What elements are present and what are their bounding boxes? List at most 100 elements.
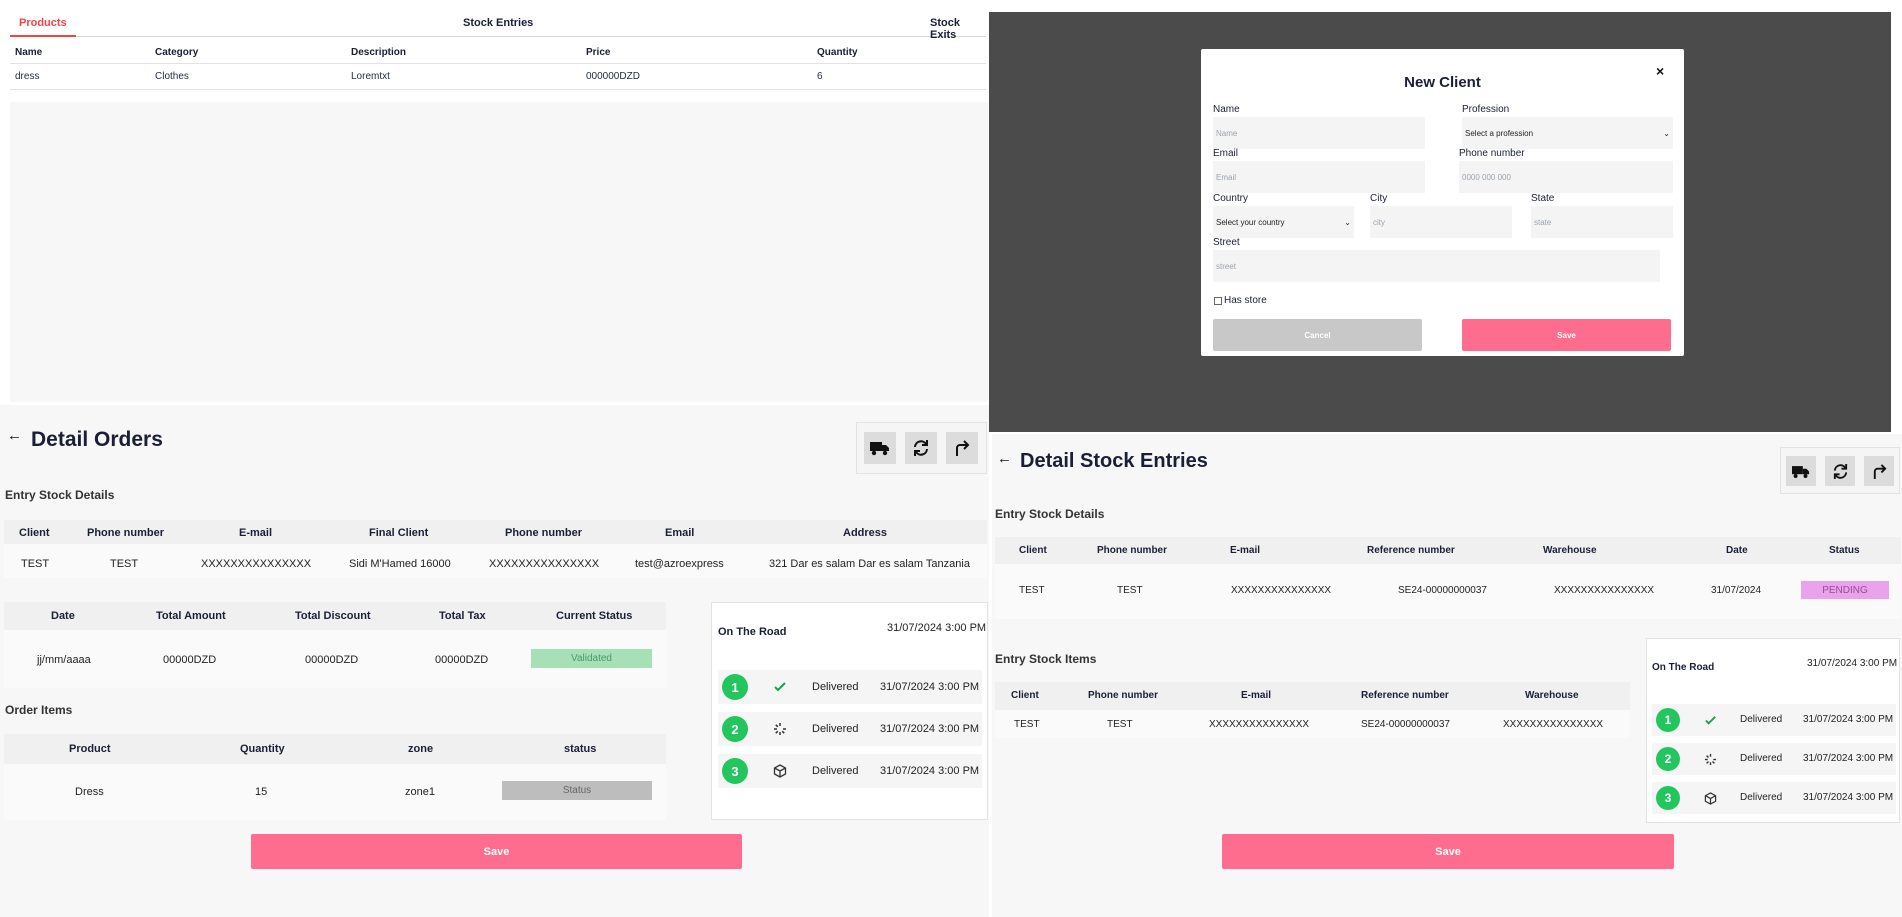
column-header: Client bbox=[19, 527, 50, 539]
email-label: Email bbox=[1213, 148, 1239, 159]
step-date: 31/07/2024 3:00 PM bbox=[880, 765, 980, 777]
tracking-timeline: On The Road 31/07/2024 3:00 PM 1 Deliver… bbox=[1646, 638, 1900, 823]
column-header[interactable]: Name bbox=[15, 47, 42, 58]
tab-stock-exits[interactable]: Stock Exits bbox=[930, 17, 986, 41]
state-input[interactable]: state bbox=[1531, 206, 1673, 238]
close-icon[interactable]: × bbox=[1656, 63, 1664, 79]
products-table: Name Category Description Price Quantity… bbox=[10, 40, 986, 90]
country-value: Select your country bbox=[1216, 217, 1285, 227]
phone-input[interactable]: 0000 000 000 bbox=[1459, 161, 1673, 193]
step-label: Delivered bbox=[1740, 714, 1783, 725]
cell-date: 31/07/2024 bbox=[1711, 585, 1762, 596]
check-icon bbox=[1702, 712, 1718, 728]
cell-total-amount: 00000DZD bbox=[163, 654, 217, 666]
table-header: Name Category Description Price Quantity bbox=[10, 40, 986, 64]
cell-category: Clothes bbox=[155, 71, 189, 82]
step-number: 3 bbox=[722, 758, 748, 784]
cell-warehouse: XXXXXXXXXXXXXXX bbox=[1503, 719, 1604, 730]
step-number: 1 bbox=[1656, 708, 1680, 732]
column-header: Reference number bbox=[1361, 690, 1449, 701]
back-arrow-icon[interactable]: ← bbox=[997, 450, 1012, 467]
cell-warehouse: XXXXXXXXXXXXXXX bbox=[1554, 585, 1655, 596]
order-items-table: Product Quantity zone status Dress 15 zo… bbox=[4, 734, 666, 820]
entry-details-table: Client Phone number E-mail Reference num… bbox=[995, 537, 1901, 619]
step-label: Delivered bbox=[1740, 792, 1783, 803]
email-input[interactable]: Email bbox=[1213, 161, 1425, 193]
column-header[interactable]: Category bbox=[155, 47, 198, 58]
street-input[interactable]: street bbox=[1213, 250, 1660, 282]
timeline-step: 3 Delivered 31/07/2024 3:00 PM bbox=[1652, 782, 1896, 814]
cell-phone: XXXXXXXXXXXXXXX bbox=[489, 558, 600, 570]
truck-button[interactable] bbox=[864, 432, 896, 464]
refresh-icon bbox=[1833, 463, 1847, 479]
save-button[interactable]: Save bbox=[251, 834, 742, 869]
has-store-checkbox[interactable]: Has store bbox=[1214, 295, 1267, 306]
timeline-head: On The Road bbox=[1652, 662, 1715, 673]
name-label: Name bbox=[1213, 104, 1240, 115]
timeline-step: 1 Delivered 31/07/2024 3:00 PM bbox=[718, 670, 982, 704]
cell-email: test@azroexpress bbox=[635, 558, 724, 570]
order-summary-table: Date Total Amount Total Discount Total T… bbox=[4, 602, 666, 688]
redo-arrow-icon bbox=[1873, 463, 1887, 479]
section-title: Entry Stock Details bbox=[995, 507, 1105, 521]
timeline-step: 3 Delivered 31/07/2024 3:00 PM bbox=[718, 754, 982, 788]
back-arrow-icon[interactable]: ← bbox=[7, 427, 22, 444]
column-header: Warehouse bbox=[1525, 690, 1579, 701]
checkbox-box[interactable] bbox=[1214, 296, 1222, 305]
column-header: Total Discount bbox=[295, 610, 371, 622]
profession-value: Select a profession bbox=[1465, 128, 1534, 138]
tab-stock-entries[interactable]: Stock Entries bbox=[463, 17, 533, 29]
cell-total-tax: 00000DZD bbox=[435, 654, 489, 666]
column-header: Phone number bbox=[1097, 545, 1168, 556]
phone-label: Phone number bbox=[1459, 148, 1525, 159]
column-header: Client bbox=[1019, 545, 1047, 556]
tab-products[interactable]: Products bbox=[19, 17, 67, 29]
entry-details-table: Client Phone number E-mail Final Client … bbox=[4, 520, 987, 578]
column-header[interactable]: Description bbox=[351, 47, 406, 58]
column-header: Product bbox=[69, 743, 111, 755]
name-input[interactable]: Name bbox=[1213, 117, 1425, 149]
column-header[interactable]: Price bbox=[586, 47, 610, 58]
step-label: Delivered bbox=[812, 723, 859, 735]
cell-reference: SE24-00000000037 bbox=[1398, 585, 1487, 596]
city-input[interactable]: city bbox=[1370, 206, 1512, 238]
cell-reference: SE24-00000000037 bbox=[1361, 719, 1450, 730]
orders-toolbar bbox=[856, 422, 987, 474]
column-header: Email bbox=[665, 527, 695, 539]
page-title: Detail Orders bbox=[31, 428, 163, 451]
step-number: 3 bbox=[1656, 786, 1680, 810]
cancel-button[interactable]: Cancel bbox=[1213, 319, 1422, 351]
refresh-button[interactable] bbox=[905, 432, 937, 464]
column-header: status bbox=[564, 743, 597, 755]
forward-button[interactable] bbox=[946, 432, 978, 464]
cell-quantity: 6 bbox=[817, 71, 823, 82]
cell-email: XXXXXXXXXXXXXXX bbox=[201, 558, 312, 570]
save-button[interactable]: Save bbox=[1222, 834, 1674, 869]
country-select[interactable]: Select your country ⌄ bbox=[1213, 206, 1354, 238]
step-label: Delivered bbox=[1740, 753, 1783, 764]
timeline-step: 2 Delivered 31/07/2024 3:00 PM bbox=[1652, 743, 1896, 775]
column-header: Reference number bbox=[1367, 545, 1455, 556]
active-tab-indicator bbox=[10, 35, 76, 37]
column-header: E-mail bbox=[1241, 690, 1272, 701]
refresh-icon bbox=[914, 440, 928, 456]
refresh-button[interactable] bbox=[1825, 456, 1855, 486]
table-row[interactable]: dress Clothes Loremtxt 000000DZD 6 bbox=[10, 64, 986, 90]
package-icon bbox=[772, 763, 788, 779]
column-header[interactable]: Quantity bbox=[817, 47, 858, 58]
save-button[interactable]: Save bbox=[1462, 319, 1671, 351]
column-header: Total Amount bbox=[156, 610, 226, 622]
profession-select[interactable]: Select a profession ⌄ bbox=[1462, 117, 1673, 149]
tracking-timeline: On The Road 31/07/2024 3:00 PM 1 Deliver… bbox=[711, 602, 988, 820]
column-header: Phone number bbox=[87, 527, 165, 539]
redo-arrow-icon bbox=[956, 440, 970, 456]
timeline-head: On The Road bbox=[718, 626, 787, 638]
step-date: 31/07/2024 3:00 PM bbox=[1803, 792, 1894, 803]
timeline-head-date: 31/07/2024 3:00 PM bbox=[1807, 658, 1898, 669]
column-header: Phone number bbox=[505, 527, 583, 539]
column-header: zone bbox=[408, 743, 434, 755]
products-empty-area bbox=[10, 102, 988, 402]
forward-button[interactable] bbox=[1864, 456, 1894, 486]
truck-button[interactable] bbox=[1786, 456, 1816, 486]
check-icon bbox=[772, 679, 788, 695]
